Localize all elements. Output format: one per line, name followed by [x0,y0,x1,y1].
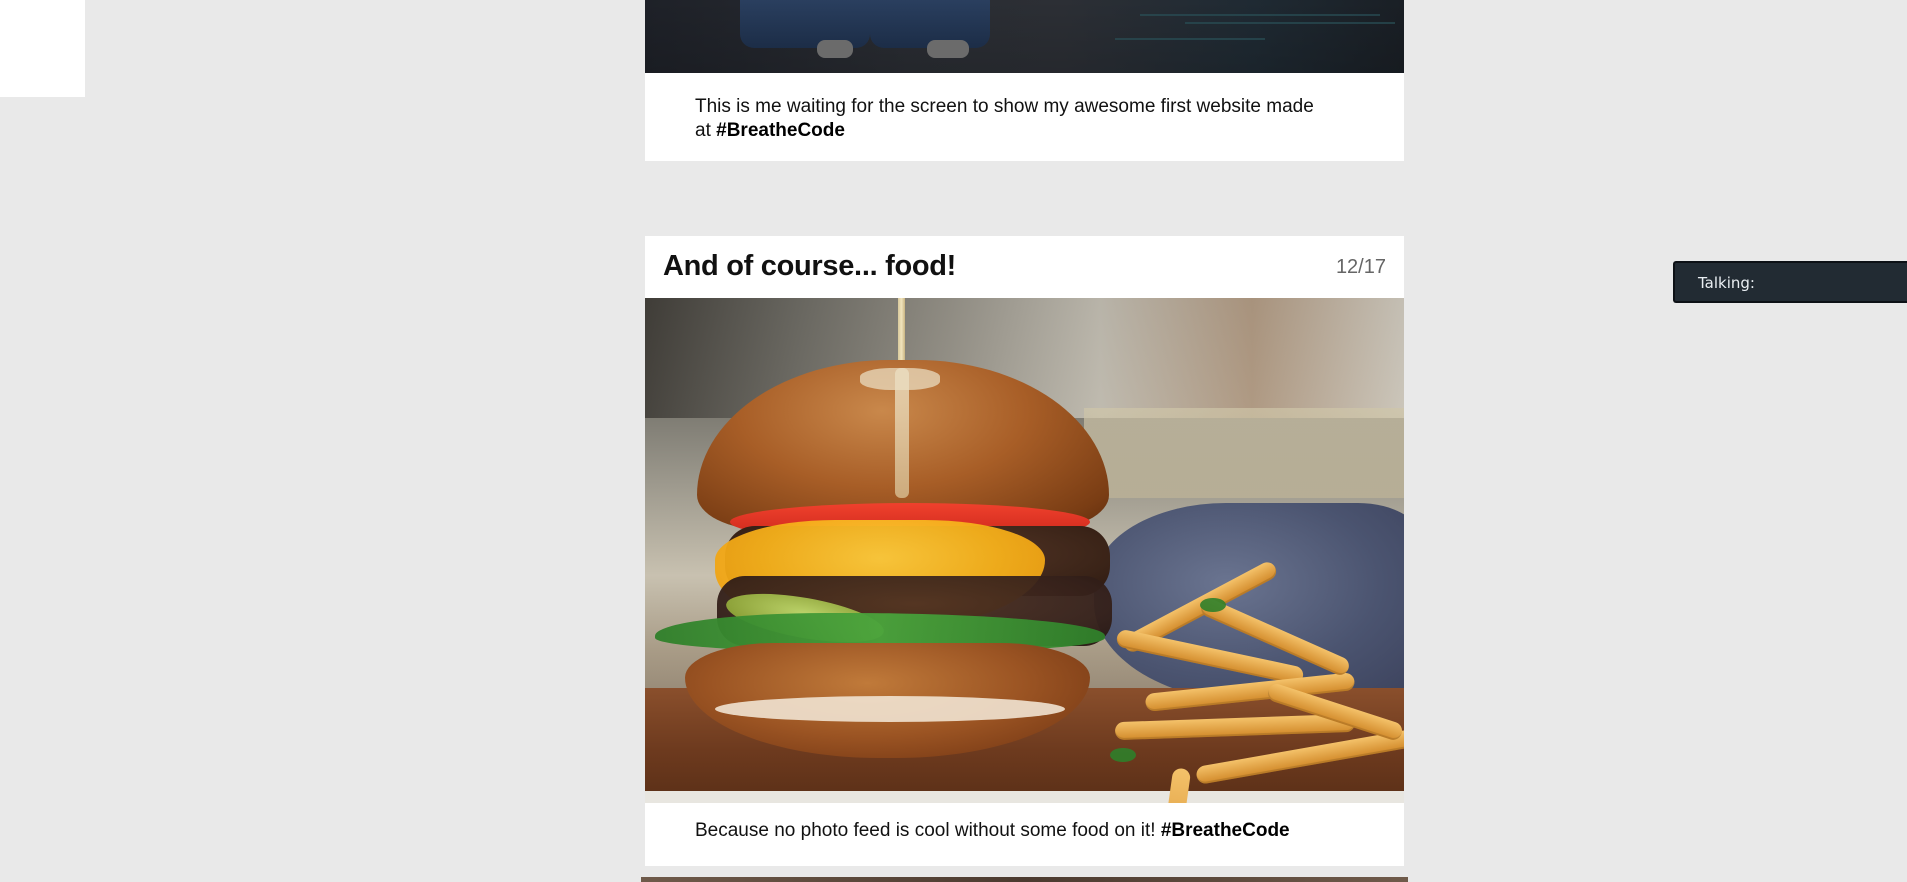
post-title: And of course... food! [663,250,957,282]
talking-label: Talking: [1698,274,1755,292]
post-caption: Because no photo feed is cool without so… [645,803,1404,866]
photo-fry [1195,729,1404,785]
post-header: And of course... food! 12/17 [645,236,1404,298]
talking-panel: Talking: [1673,261,1907,303]
post-caption-text: Because no photo feed is cool without so… [695,820,1156,841]
photo-herb [1200,598,1226,612]
top-left-white-panel [0,0,85,97]
photo-detail-carpet-stripe [1140,14,1380,16]
post-card: And of course... food! 12/17 Because no … [645,236,1404,866]
photo-skewer [898,298,905,368]
photo-board-edge [645,791,1404,803]
post-hashtag: #BreatheCode [716,120,845,141]
post-caption: This is me waiting for the screen to sho… [645,73,1404,161]
photo-fry [1114,713,1356,741]
post-photo-person-waiting [645,0,1404,73]
photo-bun-crack [860,368,940,390]
photo-detail-shoe-right [927,40,969,58]
post-hashtag: #BreatheCode [1160,820,1290,841]
post-photo-burger [645,298,1404,803]
next-post-peek [641,877,1408,882]
photo-detail-jeans-left [740,0,870,48]
photo-detail-shoe-left [817,40,853,58]
photo-bun-bottom-band [715,696,1065,722]
photo-detail-carpet-stripe [1115,38,1265,40]
post-counter: 12/17 [1335,256,1386,278]
photo-background-counter [1084,408,1404,498]
photo-detail-carpet-stripe [1185,22,1395,24]
photo-fries [1075,558,1404,803]
photo-herb [1110,748,1136,762]
